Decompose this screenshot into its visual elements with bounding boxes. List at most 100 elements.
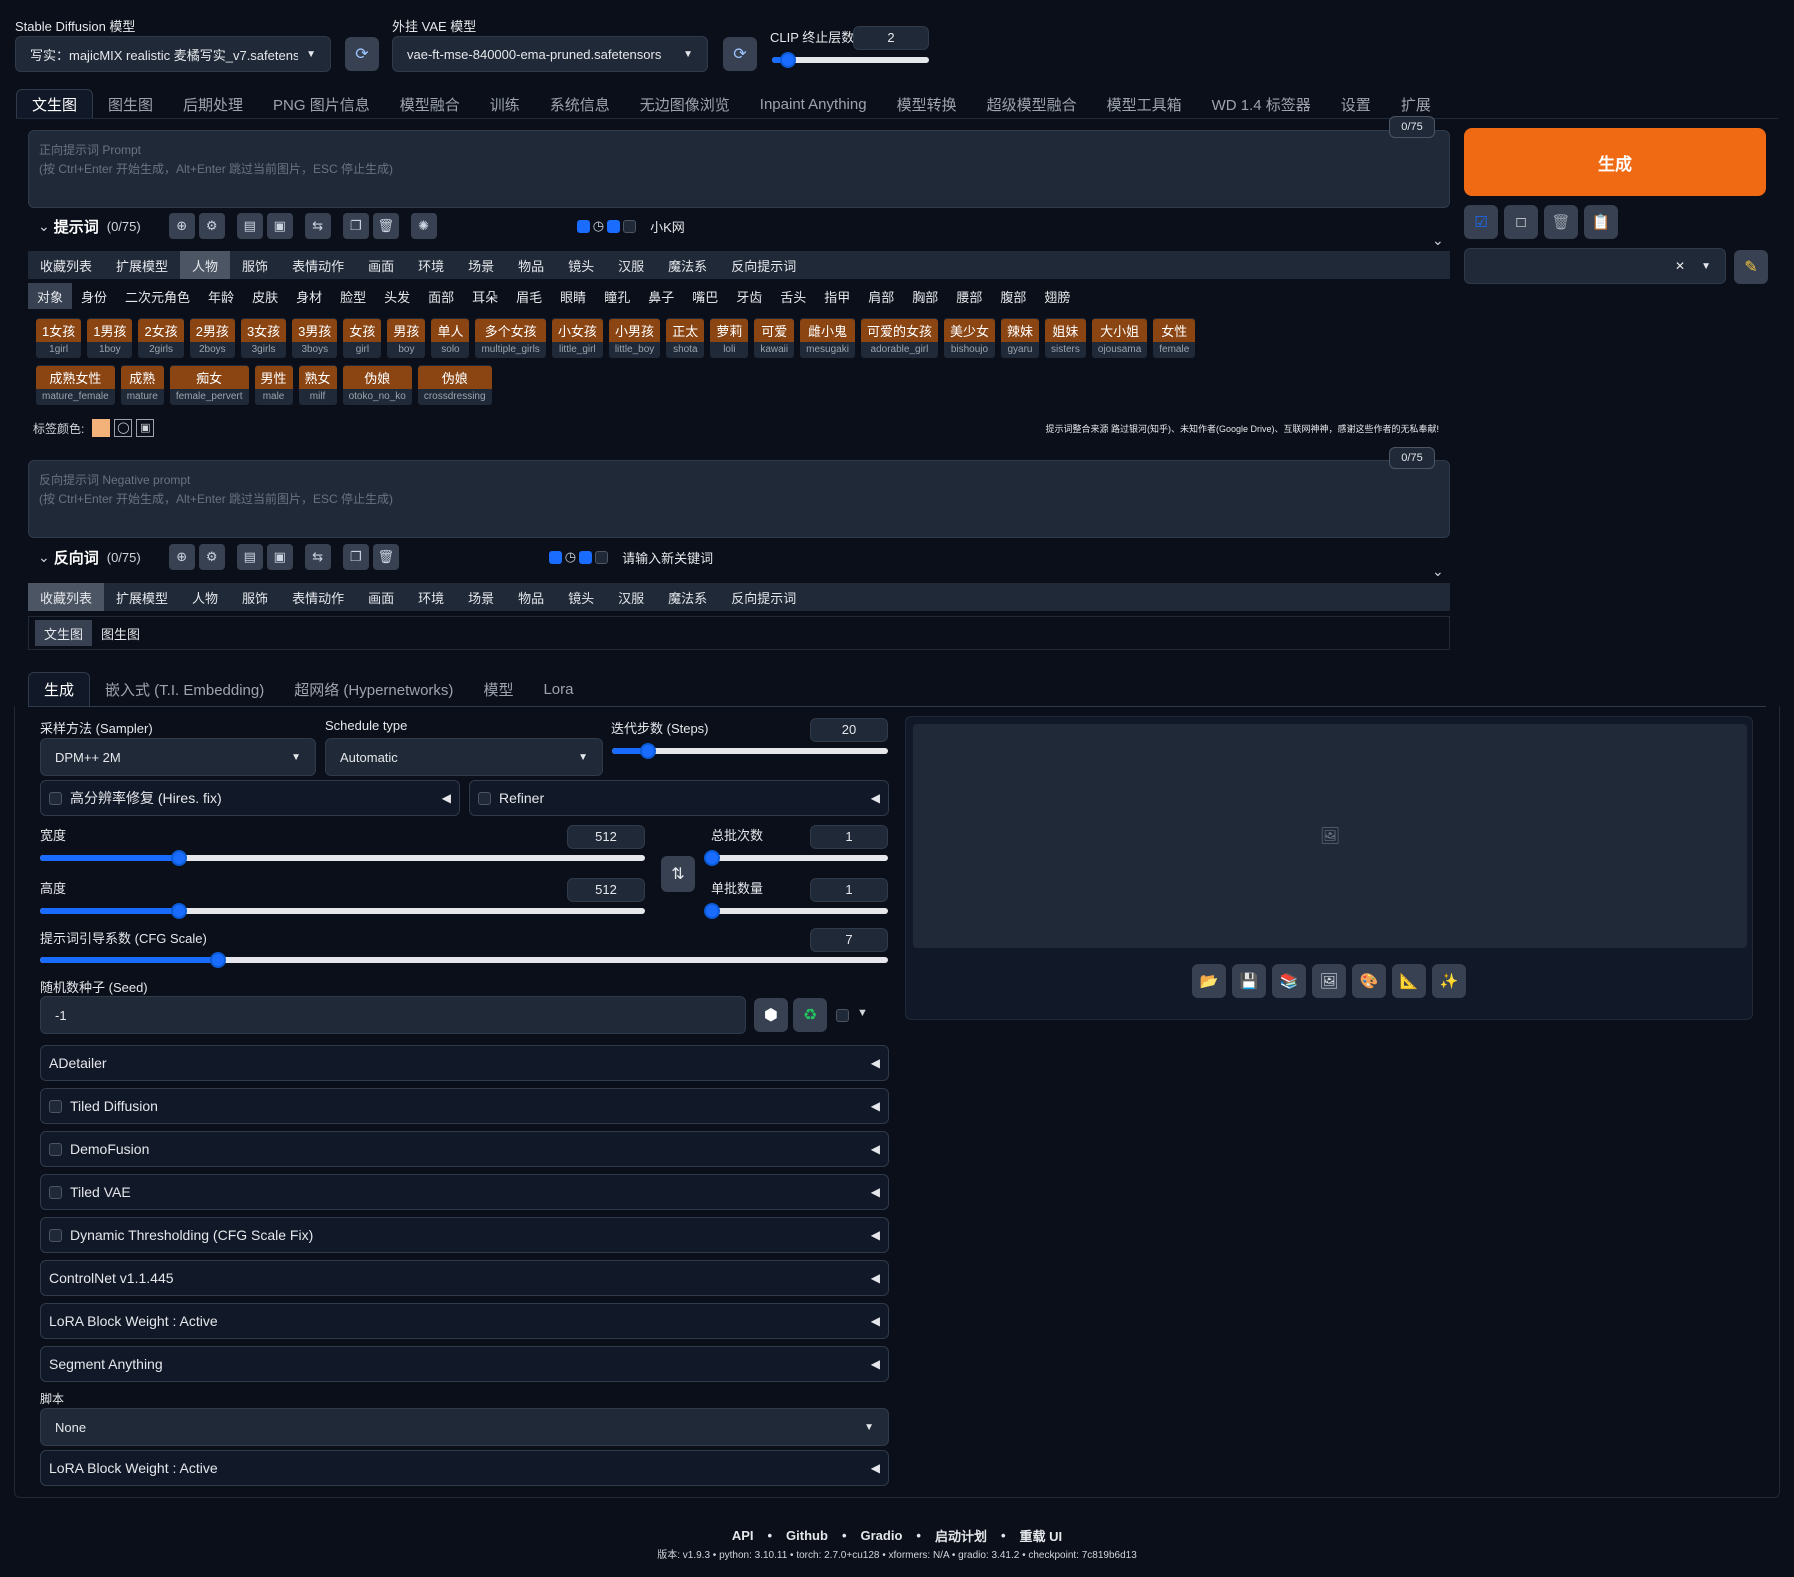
globe-icon[interactable]: ⊕: [168, 213, 195, 239]
subcategory-tab[interactable]: 身份: [72, 283, 116, 309]
main-tab[interactable]: 扩展: [1386, 89, 1446, 119]
subcategory-tab[interactable]: 脸型: [331, 283, 375, 309]
tag-chip[interactable]: 小男孩 little_boy: [608, 318, 661, 358]
sampler-select[interactable]: DPM++ 2M ▼: [40, 738, 316, 776]
subcategory-tab[interactable]: 鼻子: [639, 283, 683, 309]
main-tab[interactable]: 模型转换: [882, 89, 972, 119]
main-tab[interactable]: WD 1.4 标签器: [1197, 89, 1326, 119]
collapse-icon[interactable]: ⌄: [38, 218, 50, 235]
tag-chip[interactable]: 成熟 mature: [120, 365, 164, 405]
subcategory-tab[interactable]: 眉毛: [507, 283, 551, 309]
send-to-inpaint-icon[interactable]: 🎨: [1352, 964, 1386, 998]
open-folder-icon[interactable]: 📂: [1192, 964, 1226, 998]
batch-size-slider[interactable]: [704, 903, 888, 919]
color-swatch[interactable]: [92, 419, 111, 437]
extension-accordion[interactable]: ControlNet v1.1.445 ◀: [40, 1260, 889, 1296]
extension-accordion[interactable]: ADetailer ◀: [40, 1045, 889, 1081]
main-tab[interactable]: 模型工具箱: [1092, 89, 1197, 119]
generation-tab[interactable]: 模型: [468, 672, 528, 706]
cfg-value[interactable]: 7: [810, 928, 888, 952]
category-tab[interactable]: 表情动作: [280, 251, 357, 279]
tag-chip[interactable]: 萝莉 loli: [710, 318, 749, 358]
subcategory-tab[interactable]: 皮肤: [243, 283, 287, 309]
negative-subtab[interactable]: 图生图: [92, 620, 149, 646]
extension-accordion[interactable]: Tiled VAE ◀: [40, 1174, 889, 1210]
height-value[interactable]: 512: [567, 878, 645, 902]
footer-link[interactable]: 重载 UI: [1020, 1526, 1063, 1545]
tag-chip[interactable]: 3女孩 3girls: [240, 318, 287, 358]
subcategory-tab[interactable]: 瞳孔: [595, 283, 639, 309]
batch-count-slider-knob[interactable]: [704, 850, 720, 866]
subcategory-tab[interactable]: 对象: [28, 283, 73, 309]
tag-chip[interactable]: 男性 male: [254, 365, 293, 405]
expand-icon[interactable]: ⌄: [1432, 563, 1444, 580]
width-value[interactable]: 512: [567, 825, 645, 849]
batch-size-slider-knob[interactable]: [704, 903, 720, 919]
clear-icon[interactable]: ✕: [1675, 259, 1685, 273]
category-tab[interactable]: 魔法系: [656, 251, 720, 279]
negative-subtab[interactable]: 文生图: [35, 620, 93, 646]
save-icon[interactable]: 💾: [1232, 964, 1266, 998]
footer-link[interactable]: API: [732, 1528, 754, 1543]
square-icon[interactable]: □: [1504, 205, 1538, 239]
subcategory-tab[interactable]: 身材: [287, 283, 331, 309]
edit-styles-button[interactable]: ✎: [1734, 250, 1768, 284]
extension-accordion[interactable]: Tiled Diffusion ◀: [40, 1088, 889, 1124]
subcategory-tab[interactable]: 胸部: [903, 283, 947, 309]
main-tab[interactable]: 超级模型融合: [972, 89, 1092, 119]
tag-chip[interactable]: 伪娘 crossdressing: [417, 365, 492, 405]
subcategory-tab[interactable]: 腰部: [947, 283, 991, 309]
category-tab[interactable]: 魔法系: [656, 583, 720, 611]
tag-chip[interactable]: 1女孩 1girl: [36, 318, 82, 358]
swap-dimensions-button[interactable]: ⇅: [661, 856, 695, 892]
option-checkbox[interactable]: [595, 550, 609, 564]
check-icon[interactable]: ☑: [1464, 205, 1498, 239]
main-tab[interactable]: 文生图: [16, 89, 94, 119]
expand-icon[interactable]: ⌄: [1432, 232, 1444, 249]
category-tab[interactable]: 画面: [356, 583, 407, 611]
tag-chip[interactable]: 小女孩 little_girl: [551, 318, 603, 358]
cfg-slider[interactable]: [40, 952, 888, 968]
extension-accordion[interactable]: Dynamic Thresholding (CFG Scale Fix) ◀: [40, 1217, 889, 1253]
extension-accordion[interactable]: LoRA Block Weight : Active ◀: [40, 1303, 889, 1339]
main-tab[interactable]: Inpaint Anything: [745, 89, 882, 119]
subcategory-tab[interactable]: 面部: [419, 283, 463, 309]
subcategory-tab[interactable]: 眼睛: [551, 283, 595, 309]
category-tab[interactable]: 镜头: [556, 583, 607, 611]
category-tab[interactable]: 环境: [406, 583, 457, 611]
subcategory-tab[interactable]: 牙齿: [727, 283, 771, 309]
vae-select[interactable]: vae-ft-mse-840000-ema-pruned.safetensors…: [392, 36, 708, 72]
globe-icon[interactable]: ⊕: [168, 544, 195, 570]
steps-value[interactable]: 20: [810, 718, 888, 742]
tag-chip[interactable]: 姐妹 sisters: [1044, 318, 1086, 358]
category-tab[interactable]: 反向提示词: [719, 251, 809, 279]
collapse-icon[interactable]: ⌄: [38, 549, 50, 566]
subcategory-tab[interactable]: 舌头: [771, 283, 815, 309]
generation-tab[interactable]: 超网络 (Hypernetworks): [279, 672, 468, 706]
tag-chip[interactable]: 伪娘 otoko_no_ko: [342, 365, 412, 405]
clip-value[interactable]: 2: [853, 26, 929, 50]
tag-chip[interactable]: 3男孩 3boys: [292, 318, 338, 358]
category-tab[interactable]: 人物: [180, 583, 231, 611]
sparkle-icon[interactable]: ✨: [1432, 964, 1466, 998]
option-checkbox[interactable]: [623, 219, 637, 233]
enable-checkbox-2[interactable]: [607, 219, 621, 233]
refiner-checkbox[interactable]: [478, 791, 491, 805]
batch-size-value[interactable]: 1: [810, 878, 888, 902]
category-tab[interactable]: 表情动作: [280, 583, 357, 611]
category-tab[interactable]: 汉服: [606, 251, 657, 279]
random-seed-button[interactable]: ⬢: [754, 998, 788, 1032]
category-tab[interactable]: 画面: [356, 251, 407, 279]
refiner-accordion[interactable]: Refiner ◀: [469, 780, 889, 816]
enable-checkbox[interactable]: [576, 219, 590, 233]
tag-chip[interactable]: 成熟女性 mature_female: [36, 365, 115, 405]
main-tab[interactable]: 训练: [475, 89, 535, 119]
extra-seed-checkbox[interactable]: [836, 1009, 849, 1022]
tag-chip[interactable]: 女孩 girl: [343, 318, 382, 358]
send-to-img2img-icon[interactable]: 🖼: [1312, 964, 1346, 998]
enable-checkbox[interactable]: [548, 550, 562, 564]
steps-slider-knob[interactable]: [639, 743, 656, 759]
category-tab[interactable]: 汉服: [606, 583, 657, 611]
footer-link[interactable]: Gradio: [861, 1528, 903, 1543]
tag-chip[interactable]: 单人 solo: [431, 318, 470, 358]
